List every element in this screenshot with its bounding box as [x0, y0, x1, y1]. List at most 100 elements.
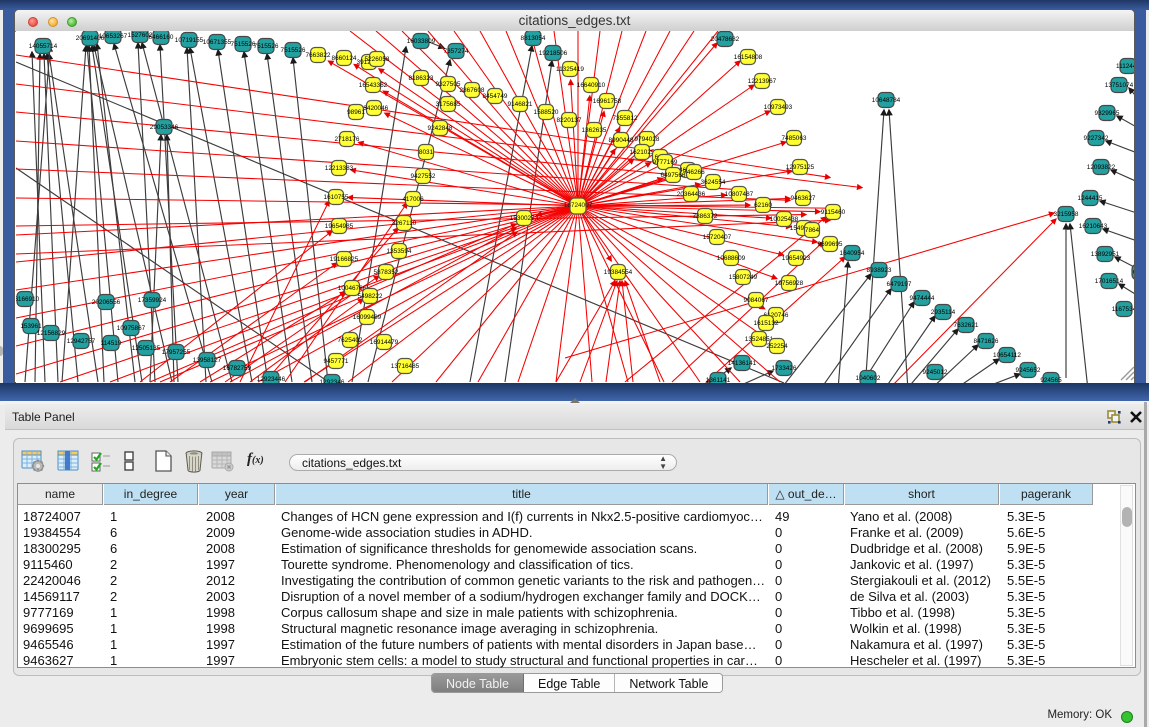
- svg-text:8471626: 8471626: [974, 338, 999, 345]
- svg-text:6497566: 6497566: [661, 172, 686, 179]
- svg-text:8031: 8031: [419, 149, 434, 156]
- svg-text:8813054: 8813054: [521, 35, 546, 42]
- svg-text:7485063: 7485063: [782, 135, 807, 142]
- svg-text:19218506: 19218506: [539, 50, 568, 57]
- svg-text:7632621: 7632621: [954, 322, 979, 329]
- svg-text:1640954: 1640954: [840, 250, 865, 257]
- svg-text:9474444: 9474444: [910, 295, 935, 302]
- svg-text:5878352: 5878352: [374, 269, 399, 276]
- svg-text:7515526: 7515526: [281, 47, 306, 54]
- svg-text:18724007: 18724007: [564, 202, 593, 209]
- svg-text:26166910: 26166910: [16, 296, 40, 303]
- svg-text:1588520: 1588520: [534, 109, 559, 116]
- svg-text:15720407: 15720407: [703, 234, 732, 241]
- svg-text:8220137: 8220137: [557, 117, 582, 124]
- svg-text:8938923: 8938923: [867, 267, 892, 274]
- svg-text:12505135: 12505135: [132, 345, 161, 352]
- svg-text:9242848: 9242848: [428, 125, 453, 132]
- svg-text:9794028: 9794028: [635, 136, 660, 143]
- svg-text:1621025: 1621025: [630, 149, 655, 156]
- svg-text:10807487: 10807487: [725, 191, 754, 198]
- svg-text:1040602: 1040602: [856, 375, 881, 382]
- svg-text:1167534: 1167534: [1112, 306, 1134, 313]
- svg-text:10025438: 10025438: [770, 216, 799, 223]
- svg-text:19166825: 19166825: [330, 256, 359, 263]
- svg-text:10975867: 10975867: [117, 325, 146, 332]
- svg-text:3215958: 3215958: [1054, 211, 1079, 218]
- svg-text:9327505: 9327505: [436, 81, 461, 88]
- svg-text:114519: 114519: [101, 340, 122, 347]
- svg-text:16961758: 16961758: [593, 98, 622, 105]
- svg-text:5226058: 5226058: [365, 56, 390, 63]
- svg-text:9084067: 9084067: [744, 297, 769, 304]
- svg-text:6871: 6871: [1133, 269, 1134, 276]
- svg-text:7663822: 7663822: [306, 52, 331, 59]
- svg-text:1362635: 1362635: [582, 127, 607, 134]
- svg-text:10671355: 10671355: [203, 39, 232, 46]
- svg-text:7864: 7864: [805, 227, 820, 234]
- svg-text:15807249: 15807249: [729, 274, 758, 281]
- svg-text:11325419: 11325419: [556, 66, 584, 73]
- svg-text:6466160: 6466160: [149, 34, 174, 41]
- svg-text:9146821: 9146821: [508, 101, 533, 108]
- svg-text:98961: 98961: [347, 109, 365, 116]
- svg-text:13958127: 13958127: [193, 357, 222, 364]
- svg-text:12093822: 12093822: [1087, 164, 1116, 171]
- svg-text:7357274: 7357274: [444, 48, 469, 55]
- svg-text:7386372: 7386372: [693, 213, 718, 220]
- svg-text:252254: 252254: [766, 343, 788, 350]
- svg-text:16099489: 16099489: [353, 314, 382, 321]
- svg-text:17016514: 17016514: [1095, 278, 1124, 285]
- svg-text:1353594: 1353594: [387, 248, 412, 255]
- svg-text:12942757: 12942757: [67, 338, 96, 345]
- svg-text:29053346: 29053346: [150, 124, 179, 131]
- svg-text:12975125: 12975125: [786, 164, 815, 171]
- svg-text:3624554: 3624554: [701, 179, 726, 186]
- svg-text:8660124: 8660124: [332, 55, 357, 62]
- svg-text:12156829: 12156829: [37, 330, 66, 337]
- svg-text:13716485: 13716485: [391, 363, 420, 370]
- svg-text:5498222: 5498222: [358, 293, 383, 300]
- svg-text:9329965: 9329965: [1095, 110, 1120, 117]
- svg-text:20364436: 20364436: [677, 191, 706, 198]
- svg-text:2935114: 2935114: [931, 309, 956, 316]
- svg-text:16543362: 16543362: [359, 82, 388, 89]
- svg-text:19756928: 19756928: [775, 280, 804, 287]
- svg-text:1244415: 1244415: [1078, 195, 1103, 202]
- svg-text:9463627: 9463627: [791, 195, 816, 202]
- svg-text:16033809: 16033809: [407, 38, 436, 45]
- svg-text:9227342: 9227342: [1084, 135, 1109, 142]
- svg-text:20206556: 20206556: [92, 299, 121, 306]
- svg-text:17957255: 17957255: [162, 349, 191, 356]
- svg-text:153961: 153961: [20, 323, 42, 330]
- svg-text:16914479: 16914479: [370, 339, 399, 346]
- svg-text:14136141: 14136141: [728, 360, 757, 367]
- svg-text:1610755: 1610755: [324, 194, 349, 201]
- svg-text:3175685: 3175685: [436, 101, 461, 108]
- svg-text:14055714: 14055714: [29, 43, 58, 50]
- svg-text:6479197: 6479197: [887, 281, 912, 288]
- svg-text:746266: 746266: [683, 169, 705, 176]
- svg-text:9457771: 9457771: [324, 358, 349, 365]
- svg-text:10973493: 10973493: [764, 104, 793, 111]
- svg-text:16154808: 16154808: [734, 54, 763, 61]
- svg-text:417006: 417006: [402, 196, 424, 203]
- svg-text:16640910: 16640910: [577, 82, 606, 89]
- svg-text:13892951: 13892951: [1091, 251, 1120, 258]
- svg-text:8454749: 8454749: [483, 93, 508, 100]
- svg-text:7515526: 7515526: [254, 43, 279, 50]
- svg-text:16210643: 16210643: [1079, 223, 1108, 230]
- svg-text:1292346: 1292346: [320, 379, 345, 383]
- svg-text:9699695: 9699695: [818, 241, 843, 248]
- svg-text:2867608: 2867608: [460, 87, 485, 94]
- svg-text:12213383: 12213383: [325, 165, 354, 172]
- svg-text:7515526: 7515526: [231, 41, 256, 48]
- svg-text:9115460: 9115460: [821, 209, 846, 216]
- svg-text:9245012: 9245012: [923, 369, 948, 376]
- svg-text:10688609: 10688609: [717, 255, 746, 262]
- svg-text:1615132: 1615132: [754, 320, 779, 327]
- svg-text:12213967: 12213967: [748, 78, 777, 85]
- svg-text:2718176: 2718176: [335, 136, 360, 143]
- svg-text:10653267: 10653267: [99, 33, 128, 40]
- svg-text:8186323: 8186323: [409, 75, 434, 82]
